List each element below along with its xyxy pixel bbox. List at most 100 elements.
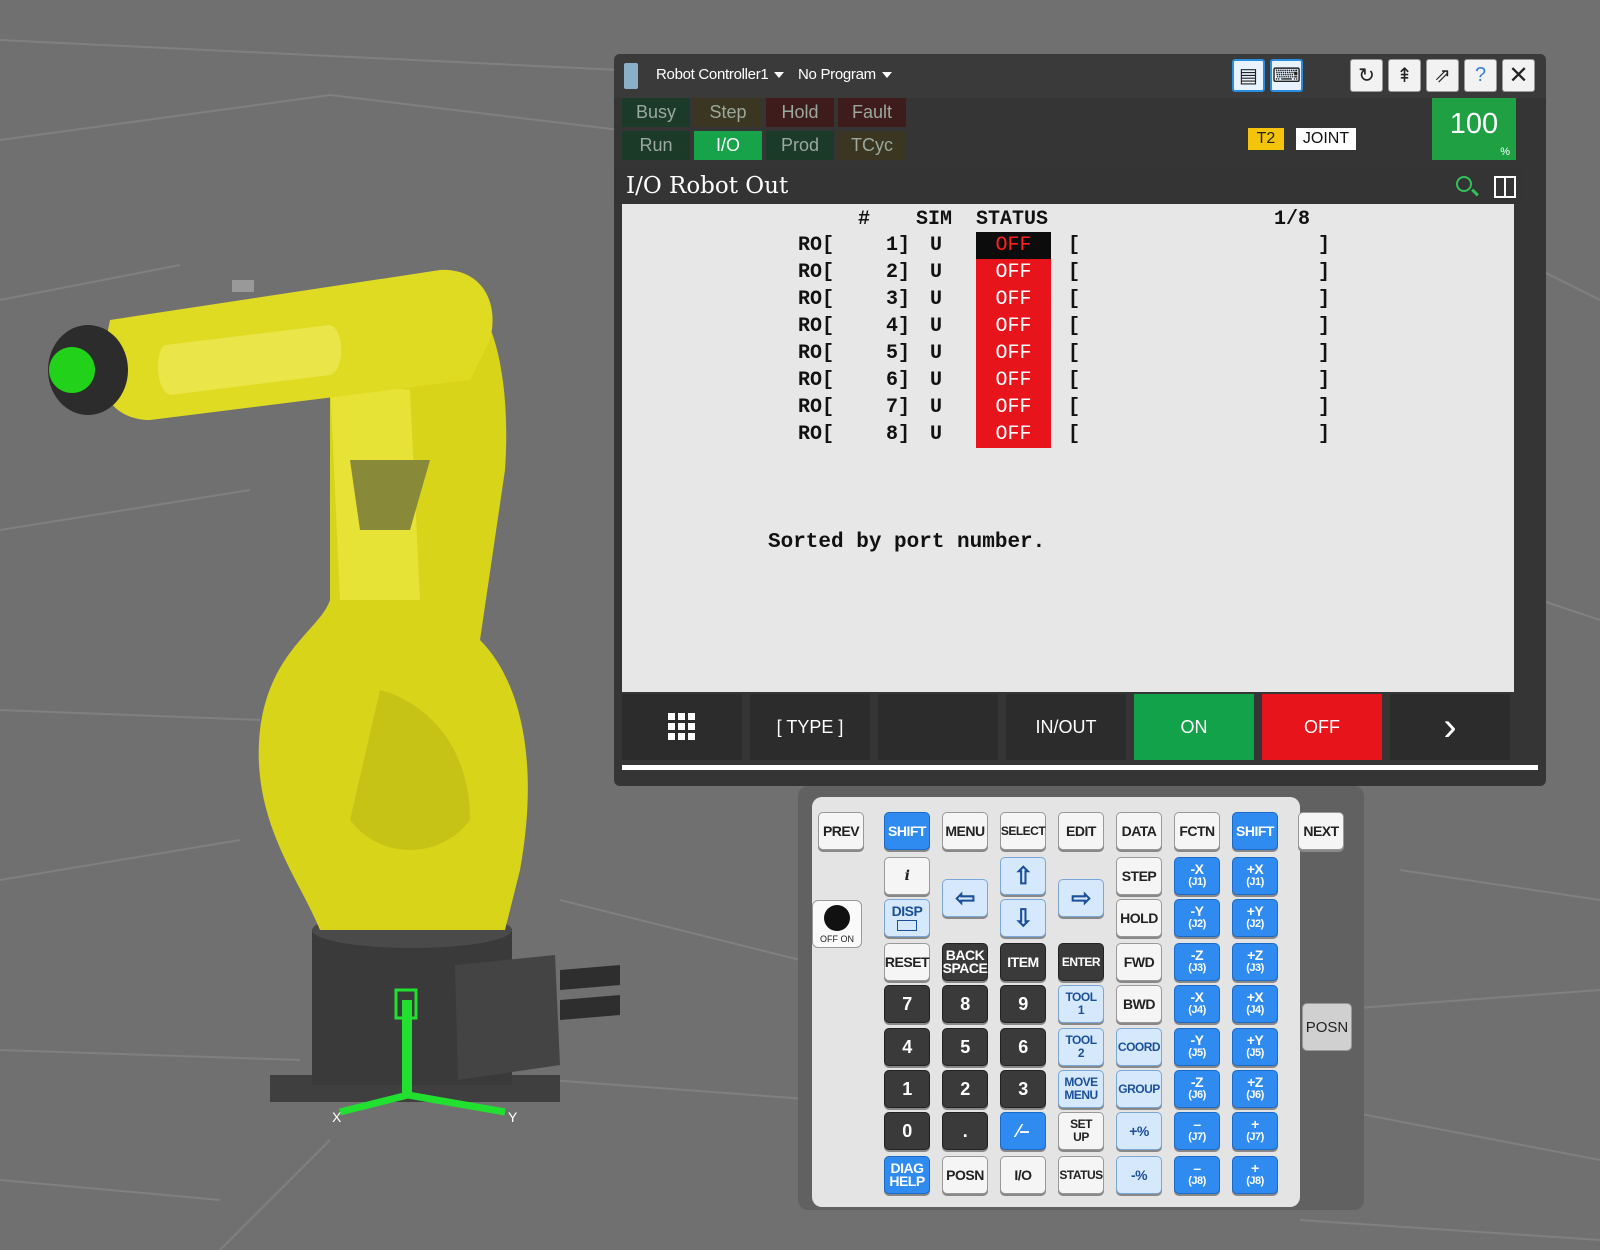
right-arrow-key[interactable]: ⇨ [1058,879,1104,917]
key-8[interactable]: 8 [942,985,988,1023]
down-arrow-key[interactable]: ⇩ [1000,899,1046,937]
table-row[interactable]: RO[ 3] U OFF [ ] [622,286,1514,313]
row-status[interactable]: OFF [976,286,1051,313]
zoom-in-icon[interactable] [1456,176,1472,192]
group-key[interactable]: GROUP [1116,1070,1162,1108]
jog-icon[interactable]: ⇞ [1388,59,1421,92]
jog-rz-neg-key[interactable]: -Z (J6) [1174,1070,1220,1108]
keyboard-icon[interactable]: ⌨ [1270,59,1303,92]
edit-key[interactable]: EDIT [1058,812,1104,850]
row-status[interactable]: OFF [976,394,1051,421]
jog-j7-pos-key[interactable]: + (J7) [1232,1112,1278,1150]
io-key[interactable]: I/O [1000,1156,1046,1194]
key-0[interactable]: 0 [884,1112,930,1150]
key-6[interactable]: 6 [1000,1028,1046,1066]
jog-ry-pos-key[interactable]: +Y (J5) [1232,1028,1278,1066]
next-key[interactable]: NEXT [1298,812,1344,850]
prev-key[interactable]: PREV [818,812,864,850]
jog-rz-pos-key[interactable]: +Z (J6) [1232,1070,1278,1108]
posn-key[interactable]: POSN [942,1156,988,1194]
next-page-button[interactable]: › [1390,694,1510,760]
pendant-view-icon[interactable]: ▤ [1232,59,1265,92]
refresh-icon[interactable]: ↻ [1350,59,1383,92]
speed-down-key[interactable]: -% [1116,1156,1162,1194]
backspace-key[interactable]: BACK SPACE [942,943,988,981]
key-1[interactable]: 1 [884,1070,930,1108]
fwd-key[interactable]: FWD [1116,943,1162,981]
coord-key[interactable]: COORD [1116,1028,1162,1066]
status-key[interactable]: STATUS [1058,1156,1104,1194]
shift-right-key[interactable]: SHIFT [1232,812,1278,850]
tool2-key[interactable]: TOOL 2 [1058,1028,1104,1066]
jog-ry-neg-key[interactable]: -Y (J5) [1174,1028,1220,1066]
item-key[interactable]: ITEM [1000,943,1046,981]
f2-button[interactable] [878,694,998,760]
table-row[interactable]: RO[ 7] U OFF [ ] [622,394,1514,421]
type-button[interactable]: [ TYPE ] [750,694,870,760]
key-3[interactable]: 3 [1000,1070,1046,1108]
select-key[interactable]: SELECT [1000,812,1046,850]
jog-y-pos-key[interactable]: +Y (J2) [1232,899,1278,937]
table-row[interactable]: RO[ 4] U OFF [ ] [622,313,1514,340]
setup-key[interactable]: SET UP [1058,1112,1104,1150]
jog-j8-pos-key[interactable]: + (J8) [1232,1156,1278,1194]
left-arrow-key[interactable]: ⇦ [942,879,988,917]
layout-icon[interactable] [1494,176,1516,198]
row-status[interactable]: OFF [976,232,1051,259]
hold-key[interactable]: HOLD [1116,899,1162,937]
disp-key[interactable]: DISP [884,899,930,937]
enter-key[interactable]: ENTER [1058,943,1104,981]
teach-enable-switch[interactable]: OFF ON [812,900,862,948]
row-status[interactable]: OFF [976,367,1051,394]
off-button[interactable]: OFF [1262,694,1382,760]
key-4[interactable]: 4 [884,1028,930,1066]
help-icon[interactable]: ? [1464,59,1497,92]
data-key[interactable]: DATA [1116,812,1162,850]
jog-x-neg-key[interactable]: -X (J1) [1174,857,1220,895]
table-row[interactable]: RO[ 8] U OFF [ ] [622,421,1514,448]
bwd-key[interactable]: BWD [1116,985,1162,1023]
jog-j8-neg-key[interactable]: – (J8) [1174,1156,1220,1194]
undock-icon[interactable]: ⇗ [1426,59,1459,92]
reset-key[interactable]: RESET [884,943,930,981]
close-icon[interactable]: ✕ [1502,59,1535,92]
on-button[interactable]: ON [1134,694,1254,760]
table-row[interactable]: RO[ 6] U OFF [ ] [622,367,1514,394]
info-key[interactable]: i [884,857,930,895]
jog-z-neg-key[interactable]: -Z (J3) [1174,943,1220,981]
row-status[interactable]: OFF [976,340,1051,367]
move-menu-key[interactable]: MOVE MENU [1058,1070,1104,1108]
key-2[interactable]: 2 [942,1070,988,1108]
jog-j7-neg-key[interactable]: – (J7) [1174,1112,1220,1150]
status-step: Step [694,98,762,127]
key-9[interactable]: 9 [1000,985,1046,1023]
jog-rx-neg-key[interactable]: -X (J4) [1174,985,1220,1023]
jog-y-neg-key[interactable]: -Y (J2) [1174,899,1220,937]
speed-up-key[interactable]: +% [1116,1112,1162,1150]
row-status[interactable]: OFF [976,313,1051,340]
menu-key[interactable]: MENU [942,812,988,850]
fctn-key[interactable]: FCTN [1174,812,1220,850]
program-dropdown[interactable]: No Program [798,66,892,83]
diag-help-key[interactable]: DIAG HELP [884,1156,930,1194]
tool1-key[interactable]: TOOL 1 [1058,985,1104,1023]
jog-z-pos-key[interactable]: +Z (J3) [1232,943,1278,981]
key-minus-comma[interactable]: ⁄– [1000,1112,1046,1150]
table-row[interactable]: RO[ 5] U OFF [ ] [622,340,1514,367]
table-row[interactable]: RO[ 2] U OFF [ ] [622,259,1514,286]
jog-rx-pos-key[interactable]: +X (J4) [1232,985,1278,1023]
jog-x-pos-key[interactable]: +X (J1) [1232,857,1278,895]
key-7[interactable]: 7 [884,985,930,1023]
row-status[interactable]: OFF [976,259,1051,286]
row-status[interactable]: OFF [976,421,1051,448]
table-row[interactable]: RO[ 1] U OFF [ ] [622,232,1514,259]
up-arrow-key[interactable]: ⇧ [1000,857,1046,895]
menu-grid-button[interactable] [622,694,742,760]
in-out-button[interactable]: IN/OUT [1006,694,1126,760]
posn-side-button[interactable]: POSN [1302,1003,1352,1051]
key-5[interactable]: 5 [942,1028,988,1066]
shift-left-key[interactable]: SHIFT [884,812,930,850]
step-key[interactable]: STEP [1116,857,1162,895]
controller-dropdown[interactable]: Robot Controller1 [656,66,785,83]
key-dot[interactable]: . [942,1112,988,1150]
